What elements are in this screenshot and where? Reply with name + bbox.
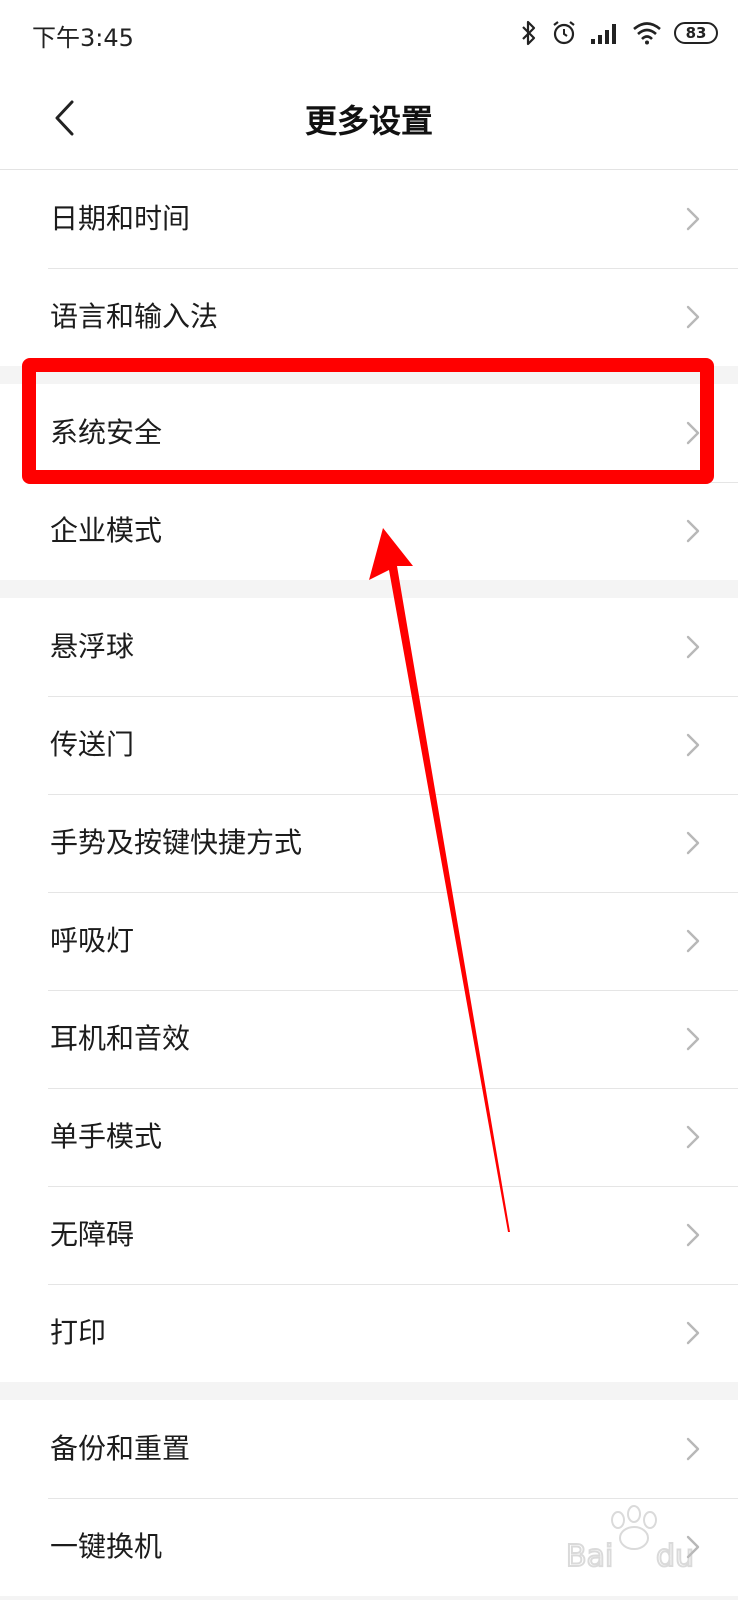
settings-item-label: 打印 bbox=[50, 1316, 107, 1349]
settings-group-4: 备份和重置 一键换机 bbox=[0, 1400, 738, 1596]
settings-item-label: 传送门 bbox=[50, 728, 135, 761]
settings-group-3: 悬浮球 传送门 手势及按键快捷方式 呼吸灯 耳机和音效 单手模式 无障碍 打印 bbox=[0, 598, 738, 1382]
settings-item-breathing-light[interactable]: 呼吸灯 bbox=[0, 892, 738, 990]
wifi-icon bbox=[633, 22, 661, 45]
settings-item-label: 系统安全 bbox=[50, 416, 163, 449]
chevron-right-icon bbox=[686, 831, 700, 855]
settings-item-language-input[interactable]: 语言和输入法 bbox=[0, 268, 738, 366]
settings-item-label: 呼吸灯 bbox=[50, 924, 135, 957]
settings-item-accessibility[interactable]: 无障碍 bbox=[0, 1186, 738, 1284]
settings-item-date-time[interactable]: 日期和时间 bbox=[0, 170, 738, 268]
settings-group-2: 系统安全 企业模式 bbox=[0, 384, 738, 580]
settings-item-floating-ball[interactable]: 悬浮球 bbox=[0, 598, 738, 696]
settings-group-1: 日期和时间 语言和输入法 bbox=[0, 170, 738, 366]
status-time: 下午3:45 bbox=[32, 24, 134, 52]
settings-item-headphones-audio[interactable]: 耳机和音效 bbox=[0, 990, 738, 1088]
bluetooth-icon bbox=[522, 20, 536, 46]
chevron-right-icon bbox=[686, 929, 700, 953]
settings-item-label: 日期和时间 bbox=[50, 202, 191, 235]
page-title: 更多设置 bbox=[304, 102, 433, 140]
settings-item-label: 手势及按键快捷方式 bbox=[50, 826, 303, 859]
settings-item-one-handed-mode[interactable]: 单手模式 bbox=[0, 1088, 738, 1186]
status-icons: 83 bbox=[520, 16, 718, 50]
chevron-right-icon bbox=[686, 1321, 700, 1345]
chevron-right-icon bbox=[686, 1223, 700, 1247]
chevron-right-icon bbox=[686, 421, 700, 445]
chevron-right-icon bbox=[686, 1437, 700, 1461]
settings-item-print[interactable]: 打印 bbox=[0, 1284, 738, 1382]
chevron-right-icon bbox=[686, 1027, 700, 1051]
chevron-right-icon bbox=[686, 1125, 700, 1149]
app-bar: 更多设置 bbox=[0, 66, 738, 170]
settings-item-label: 耳机和音效 bbox=[50, 1022, 191, 1055]
status-bar: 下午3:45 83 bbox=[0, 0, 738, 66]
chevron-right-icon bbox=[686, 519, 700, 543]
battery-icon: 83 bbox=[674, 22, 718, 44]
settings-item-label: 企业模式 bbox=[50, 514, 163, 547]
settings-item-enterprise-mode[interactable]: 企业模式 bbox=[0, 482, 738, 580]
settings-item-label: 语言和输入法 bbox=[50, 300, 219, 333]
settings-item-portal[interactable]: 传送门 bbox=[0, 696, 738, 794]
settings-item-label: 备份和重置 bbox=[50, 1432, 191, 1465]
settings-item-label: 无障碍 bbox=[50, 1218, 135, 1251]
chevron-right-icon bbox=[686, 305, 700, 329]
alarm-icon bbox=[553, 21, 575, 45]
chevron-right-icon bbox=[686, 207, 700, 231]
settings-item-label: 一键换机 bbox=[50, 1530, 163, 1563]
chevron-right-icon bbox=[686, 1535, 700, 1559]
chevron-right-icon bbox=[686, 635, 700, 659]
settings-item-label: 单手模式 bbox=[50, 1120, 163, 1153]
settings-item-gestures-shortcuts[interactable]: 手势及按键快捷方式 bbox=[0, 794, 738, 892]
settings-item-backup-reset[interactable]: 备份和重置 bbox=[0, 1400, 738, 1498]
settings-item-system-security[interactable]: 系统安全 bbox=[0, 384, 738, 482]
settings-item-label: 悬浮球 bbox=[50, 630, 135, 663]
signal-icon bbox=[591, 24, 616, 44]
chevron-right-icon bbox=[686, 733, 700, 757]
settings-item-phone-clone[interactable]: 一键换机 bbox=[0, 1498, 738, 1596]
